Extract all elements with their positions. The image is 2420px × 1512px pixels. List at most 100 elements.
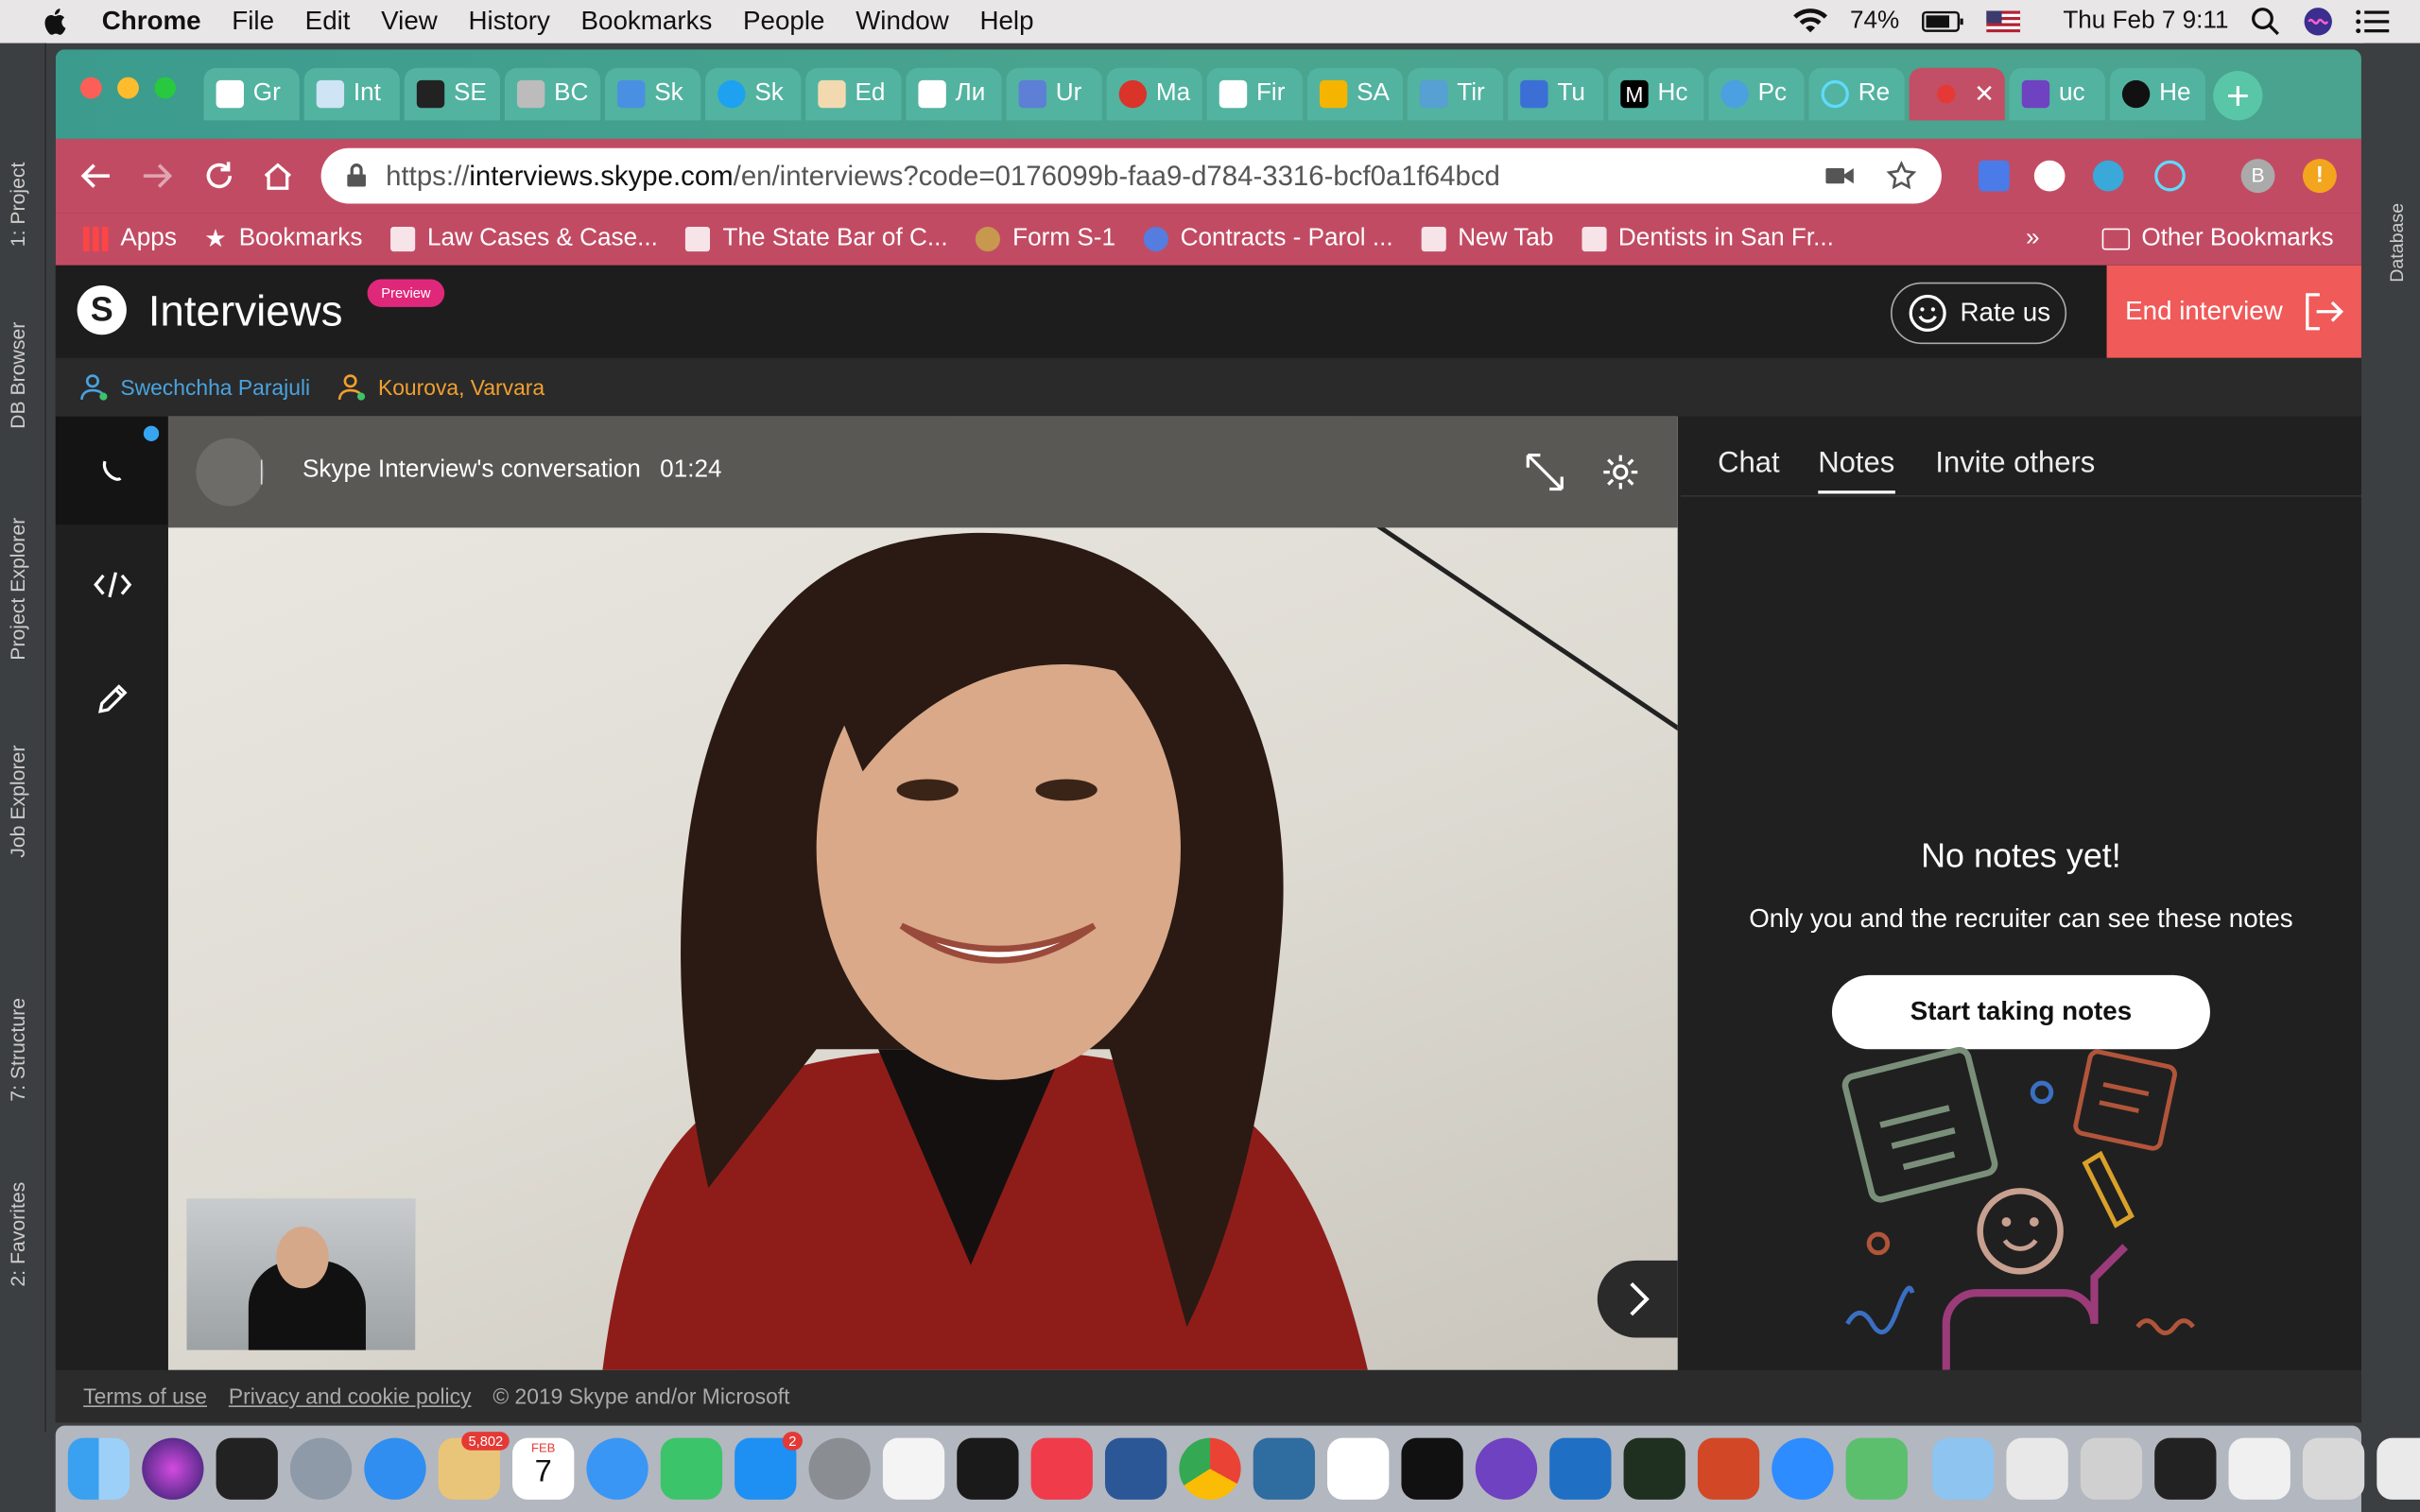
recent-window-thumbnail[interactable]	[2080, 1437, 2143, 1500]
bookmark-bookmarks[interactable]: ★ Bookmarks	[204, 224, 362, 255]
star-icon[interactable]	[1886, 161, 1917, 192]
browser-tab[interactable]: Ed	[805, 67, 902, 121]
app-store-icon[interactable]: 2	[735, 1432, 803, 1500]
menu-file[interactable]: File	[232, 7, 274, 38]
menu-app-name[interactable]: Chrome	[102, 7, 201, 38]
recent-window-thumbnail[interactable]	[2006, 1437, 2068, 1500]
browser-tab[interactable]: Ur	[1006, 67, 1102, 121]
ide-tab-database[interactable]: Database	[2386, 203, 2408, 283]
siri-icon[interactable]	[2303, 7, 2334, 38]
clock[interactable]: Thu Feb 7 9:11	[2063, 8, 2228, 35]
menu-history[interactable]: History	[468, 7, 549, 38]
privacy-policy-link[interactable]: Privacy and cookie policy	[229, 1383, 472, 1408]
news-icon[interactable]	[1030, 1437, 1093, 1500]
bookmark-new-tab[interactable]: New Tab	[1421, 225, 1553, 252]
fullscreen-icon[interactable]	[1523, 451, 1566, 494]
calendar-icon[interactable]: FEB 7	[512, 1437, 575, 1500]
next-panel-button[interactable]	[1597, 1260, 1678, 1338]
home-button[interactable]	[253, 151, 302, 200]
participant[interactable]: Swechchha Parajuli	[80, 373, 310, 401]
recent-window-thumbnail[interactable]	[2154, 1437, 2217, 1500]
bookmark-law-cases[interactable]: Law Cases & Case...	[389, 225, 658, 252]
system-preferences-icon[interactable]	[808, 1437, 871, 1500]
participant[interactable]: Kourova, Varvara	[337, 373, 544, 401]
chrome-icon[interactable]	[1179, 1437, 1241, 1500]
siri-icon[interactable]	[142, 1437, 204, 1500]
spotlight-search-icon[interactable]	[2250, 7, 2281, 38]
browser-tab[interactable]: uc	[2009, 67, 2105, 121]
ide-tab-job-explorer[interactable]: Job Explorer	[7, 746, 29, 858]
recent-window-thumbnail[interactable]	[2228, 1437, 2290, 1500]
call-tab-button[interactable]	[55, 416, 168, 525]
menu-bookmarks[interactable]: Bookmarks	[581, 7, 713, 38]
back-button[interactable]	[71, 151, 120, 200]
vscode-icon[interactable]	[1549, 1437, 1612, 1500]
zoom-window-button[interactable]	[154, 77, 177, 99]
bookmark-other-folder[interactable]: Other Bookmarks	[2100, 225, 2334, 252]
messages-icon[interactable]	[586, 1437, 648, 1500]
start-taking-notes-button[interactable]: Start taking notes	[1831, 974, 2210, 1050]
battery-icon[interactable]	[1921, 10, 1964, 32]
profile-avatar[interactable]: B	[2240, 159, 2275, 194]
ide-tab-project-explorer[interactable]: Project Explorer	[7, 518, 29, 661]
apple-icon[interactable]	[40, 7, 67, 38]
recent-window-thumbnail[interactable]	[2377, 1437, 2420, 1500]
browser-tab[interactable]: M Hc	[1608, 67, 1704, 121]
tab-chat[interactable]: Chat	[1718, 447, 1780, 481]
tab-notes[interactable]: Notes	[1818, 447, 1894, 494]
notification-center-icon[interactable]	[2355, 9, 2390, 34]
bookmark-apps[interactable]: Apps	[83, 225, 177, 252]
code-editor-tab-button[interactable]	[56, 531, 168, 639]
extension-globe-icon[interactable]	[2092, 160, 2124, 192]
menu-view[interactable]: View	[381, 7, 438, 38]
self-view-video[interactable]	[186, 1198, 416, 1350]
terminal-icon[interactable]	[957, 1437, 1019, 1500]
skype-dock-icon[interactable]	[1327, 1437, 1390, 1500]
menu-help[interactable]: Help	[979, 7, 1033, 38]
rate-us-button[interactable]: Rate us	[1890, 282, 2067, 345]
camera-icon[interactable]	[1824, 165, 1856, 187]
word-icon[interactable]	[1104, 1437, 1167, 1500]
remote-video[interactable]: Skype Interview's conversation 01:24	[167, 416, 1678, 1370]
bookmark-form-s1[interactable]: Form S-1	[975, 225, 1115, 252]
browser-tab[interactable]: SA	[1306, 67, 1404, 121]
menu-window[interactable]: Window	[856, 7, 949, 38]
bookmarks-overflow-button[interactable]: »	[2026, 225, 2040, 252]
browser-tab[interactable]: BC	[504, 67, 601, 121]
menu-edit[interactable]: Edit	[305, 7, 351, 38]
browser-tab[interactable]: Sk	[604, 67, 701, 121]
ide-tab-db-browser[interactable]: DB Browser	[7, 322, 29, 429]
update-warning-icon[interactable]: !	[2302, 159, 2337, 194]
settings-gear-icon[interactable]	[1600, 452, 1640, 491]
menu-people[interactable]: People	[743, 7, 824, 38]
close-tab-icon[interactable]: ✕	[1974, 78, 1995, 110]
webstorm-icon[interactable]	[1401, 1437, 1463, 1500]
finder-icon[interactable]	[67, 1437, 130, 1500]
ide-tab-project[interactable]: 1: Project	[7, 163, 29, 248]
rocket-app-icon[interactable]	[1845, 1437, 1908, 1500]
activity-monitor-icon[interactable]	[1623, 1437, 1685, 1500]
new-tab-button[interactable]: +	[2213, 71, 2263, 121]
us-flag-icon[interactable]	[1985, 10, 2020, 33]
minimize-window-button[interactable]	[117, 77, 139, 99]
bookmark-state-bar[interactable]: The State Bar of C...	[685, 225, 948, 252]
folder-icon[interactable]	[1932, 1437, 1995, 1500]
close-window-button[interactable]	[79, 77, 102, 99]
terms-of-use-link[interactable]: Terms of use	[83, 1383, 207, 1408]
extension-react-icon[interactable]	[2154, 160, 2186, 192]
browser-tab-active[interactable]: ✕	[1909, 67, 2005, 121]
bookmark-dentists[interactable]: Dentists in San Fr...	[1581, 225, 1834, 252]
address-bar[interactable]: https://interviews.skype.com/en/intervie…	[320, 147, 1942, 204]
github-desktop-icon[interactable]	[1475, 1437, 1538, 1500]
zoom-icon[interactable]	[1772, 1437, 1834, 1500]
bookmark-contracts[interactable]: Contracts - Parol ...	[1143, 225, 1393, 252]
textedit-icon[interactable]	[882, 1437, 945, 1500]
browser-tab[interactable]: Sk	[705, 67, 802, 121]
browser-tab[interactable]: Ma	[1106, 67, 1202, 121]
mysql-workbench-icon[interactable]	[1253, 1437, 1316, 1500]
extension-code-icon[interactable]	[2033, 160, 2066, 192]
voice-memos-icon[interactable]	[216, 1437, 278, 1500]
browser-tab[interactable]: Fir	[1206, 67, 1303, 121]
forward-button[interactable]	[132, 151, 182, 200]
browser-tab[interactable]: Tu	[1508, 67, 1604, 121]
